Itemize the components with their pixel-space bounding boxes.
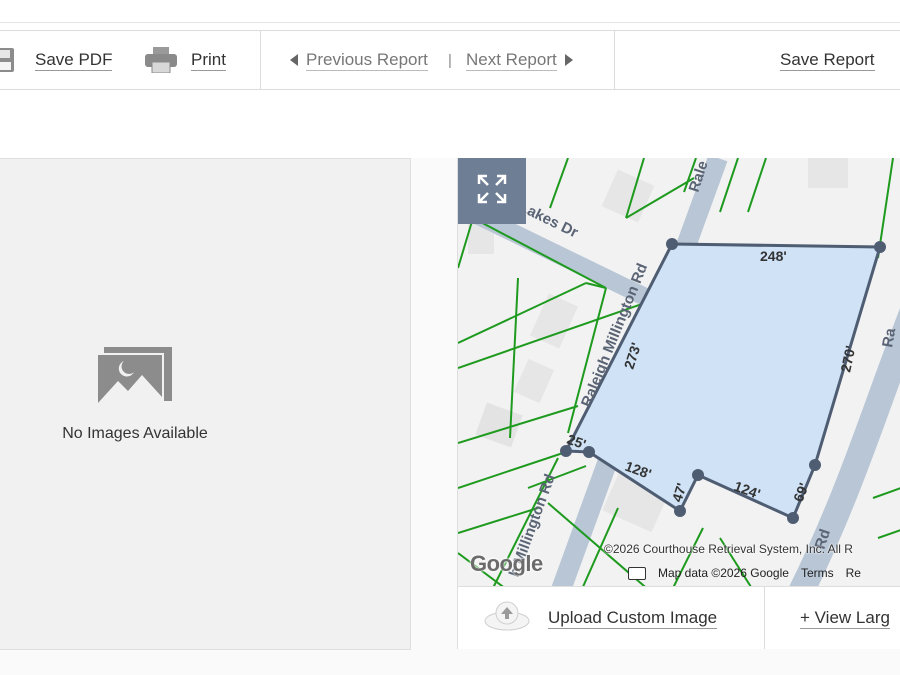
- previous-report-link[interactable]: Previous Report: [290, 31, 428, 89]
- caret-right-icon: [564, 54, 573, 66]
- print-button[interactable]: Print: [145, 31, 226, 89]
- upload-custom-image-label: Upload Custom Image: [548, 607, 718, 629]
- toolbar-divider: [614, 31, 615, 89]
- view-larger-label: + View Larg: [800, 607, 890, 629]
- floppy-disk-icon: [0, 48, 18, 72]
- save-report-label: Save Report: [780, 49, 875, 71]
- terms-link[interactable]: Terms: [801, 566, 834, 580]
- header-band: [0, 96, 900, 159]
- save-pdf-button[interactable]: Save PDF: [0, 31, 113, 89]
- print-label: Print: [191, 49, 226, 71]
- google-logo: Google: [470, 551, 543, 576]
- next-report-link[interactable]: Next Report: [466, 31, 573, 89]
- report-toolbar: Save PDF Print Previous Report | Next Re…: [0, 30, 900, 90]
- map-attribution-bar: Map data ©2026 Google Terms Re: [628, 563, 861, 583]
- nav-separator: |: [448, 51, 452, 69]
- previous-report-label: Previous Report: [306, 49, 428, 71]
- printer-icon: [145, 47, 177, 74]
- save-pdf-label: Save PDF: [35, 49, 113, 71]
- map-attribution: ©2026 Courthouse Retrieval System, Inc. …: [604, 542, 853, 556]
- map-data-text: Map data ©2026 Google: [658, 566, 789, 580]
- cloud-upload-icon: [484, 599, 530, 638]
- no-images-text: No Images Available: [62, 425, 208, 442]
- view-larger-button[interactable]: + View Larg: [800, 587, 890, 649]
- road-label-ra: Ra: [879, 326, 899, 348]
- parcel-map[interactable]: Lakes Dr Raleigh Millington Rd Rale h Mi…: [458, 158, 900, 586]
- toolbar-divider: [260, 31, 261, 89]
- map-panel: Lakes Dr Raleigh Millington Rd Rale h Mi…: [457, 158, 900, 649]
- keyboard-icon[interactable]: [628, 566, 646, 580]
- map-footer: Upload Custom Image + View Larg: [458, 586, 900, 649]
- building-footprint: [808, 158, 848, 188]
- top-strip: [0, 0, 900, 23]
- dimension-label: 248': [760, 248, 787, 264]
- next-report-label: Next Report: [466, 49, 557, 71]
- images-panel: No Images Available: [0, 158, 411, 650]
- expand-arrows-icon: [477, 174, 507, 209]
- save-report-button[interactable]: Save Report: [780, 31, 875, 89]
- report-error-link[interactable]: Re: [846, 566, 861, 580]
- caret-left-icon: [290, 54, 298, 66]
- fullscreen-button[interactable]: [458, 158, 526, 224]
- upload-custom-image-button[interactable]: Upload Custom Image: [484, 587, 718, 649]
- no-image-icon: [96, 347, 174, 414]
- footer-divider: [764, 587, 765, 649]
